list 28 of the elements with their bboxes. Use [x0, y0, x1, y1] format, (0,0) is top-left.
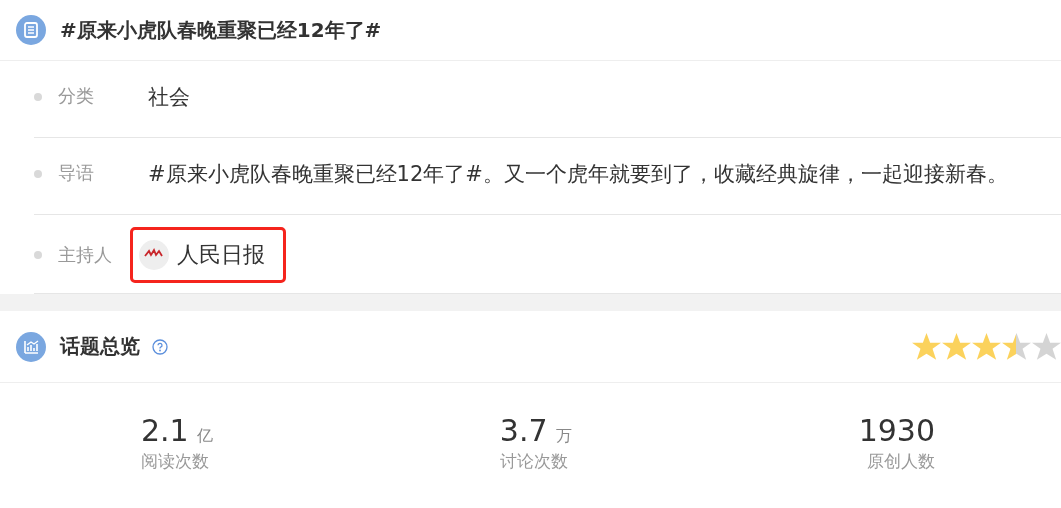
bullet-dot [34, 93, 42, 101]
stat-value: 2.1 [141, 413, 189, 448]
stat-label: 阅读次数 [141, 450, 210, 473]
field-label: 分类 [58, 84, 95, 108]
host-name: 人民日报 [177, 241, 265, 269]
topic-title: #原来小虎队春晚重聚已经12年了# [60, 16, 382, 44]
field-value: 社会 [148, 84, 190, 111]
field-label: 主持人 [58, 243, 113, 267]
star-icon [1032, 332, 1061, 361]
star-icon [942, 332, 971, 361]
field-label: 导语 [58, 161, 95, 185]
avatar-icon [139, 240, 169, 270]
list-icon [16, 15, 46, 45]
stat-value: 3.7 [499, 413, 548, 448]
bullet-dot [34, 170, 42, 178]
stat-unit: 万 [555, 426, 572, 447]
stat-label: 讨论次数 [499, 450, 569, 473]
stat-unit: 亿 [196, 426, 213, 447]
chart-icon [16, 331, 46, 362]
help-icon[interactable] [152, 338, 168, 355]
stat-value: 1930 [858, 413, 935, 448]
bullet-dot [34, 251, 42, 259]
star-icon [972, 332, 1001, 361]
star-icon [912, 332, 941, 361]
field-value: #原来小虎队春晚重聚已经12年了#。又一个虎年就要到了，收藏经典旋律，一起迎接新春。 [148, 161, 1008, 188]
section-title: 话题总览 [60, 333, 140, 360]
stat-label: 原创人数 [867, 450, 935, 473]
star-icon [1002, 332, 1031, 361]
